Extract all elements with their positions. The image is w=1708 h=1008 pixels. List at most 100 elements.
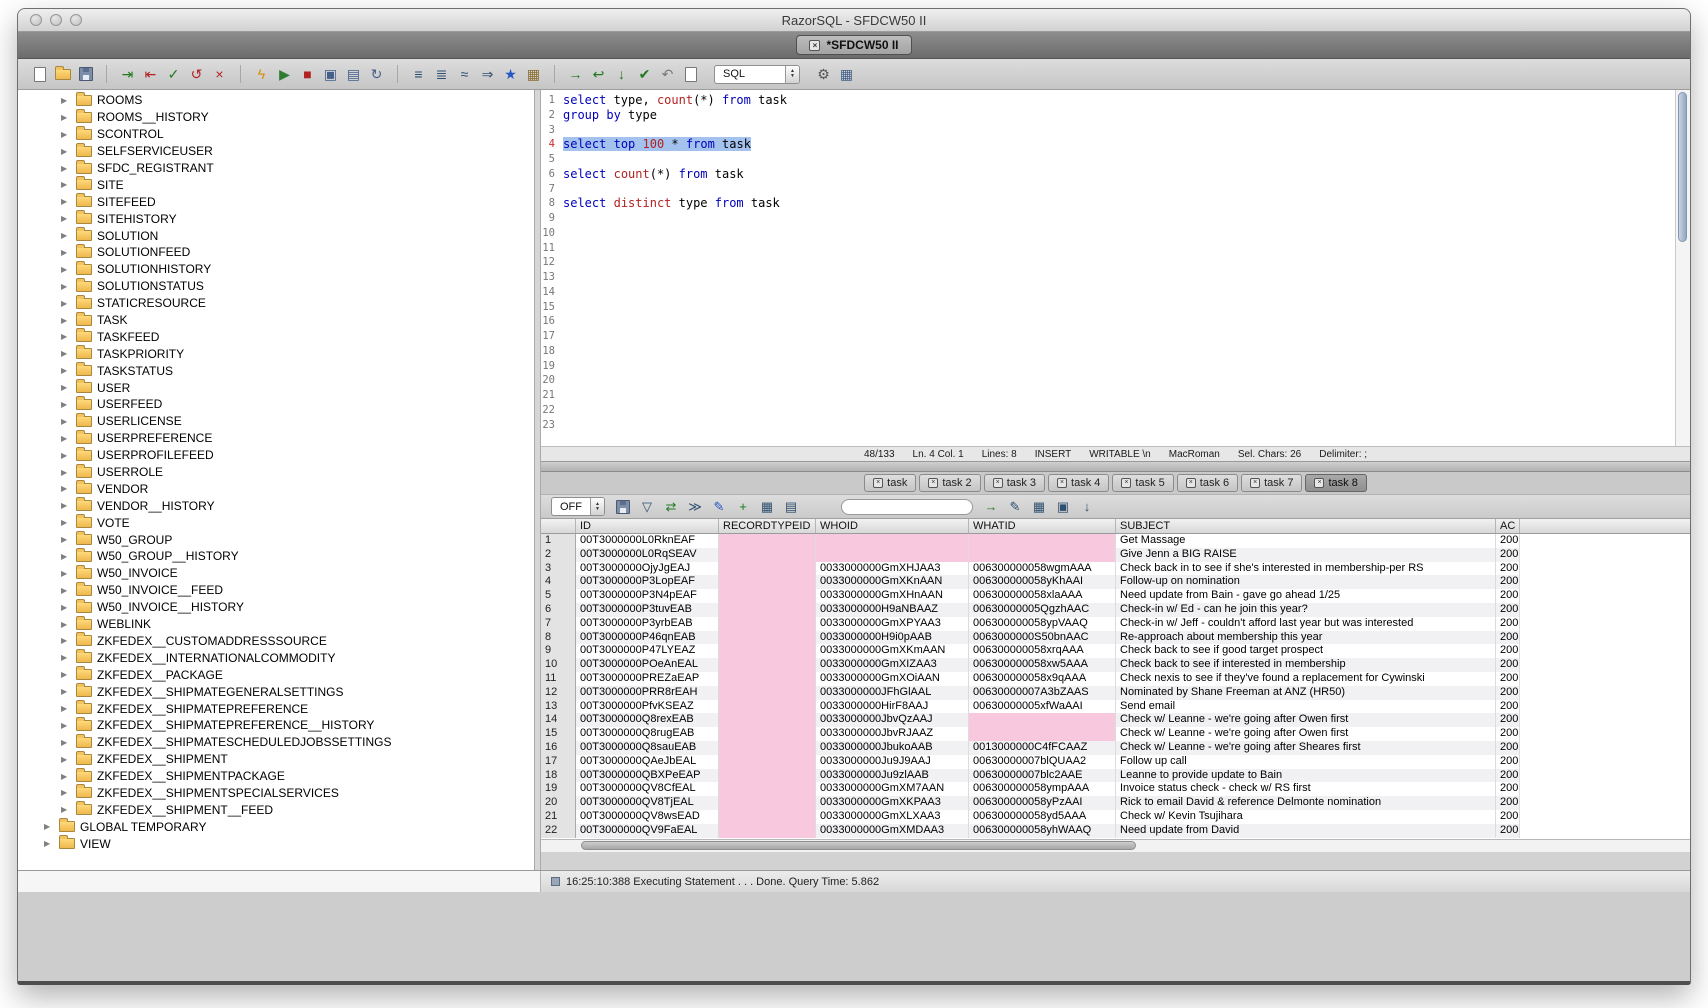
tree-item-w50-group-history[interactable]: ▶W50_GROUP__HISTORY <box>18 548 534 565</box>
indent-icon[interactable]: ⇒ <box>478 65 497 83</box>
tree-item-solution[interactable]: ▶SOLUTION <box>18 227 534 244</box>
row-number-cell[interactable]: 20 <box>541 796 576 810</box>
cell-recordtypeid[interactable] <box>719 782 816 796</box>
cell-recordtypeid[interactable] <box>719 755 816 769</box>
cell-id[interactable]: 00T3000000P3N4pEAF <box>576 589 719 603</box>
table-row[interactable]: 1900T3000000QV8CfEAL0033000000GmXM7AAN00… <box>541 782 1690 796</box>
cell-recordtypeid[interactable] <box>719 631 816 645</box>
cell-id[interactable]: 00T3000000P3LopEAF <box>576 575 719 589</box>
disclosure-triangle-icon[interactable]: ▶ <box>61 248 71 257</box>
disclosure-triangle-icon[interactable]: ▶ <box>61 704 71 713</box>
cell-ac[interactable]: 200 <box>1496 824 1520 838</box>
tree-item-task[interactable]: ▶TASK <box>18 312 534 329</box>
cell-id[interactable]: 00T3000000QAeJbEAL <box>576 755 719 769</box>
column-header-id[interactable]: ID <box>576 519 719 533</box>
editor-line[interactable]: 19 <box>541 359 1675 374</box>
grid-icon[interactable]: ▦ <box>757 498 777 515</box>
cell-id[interactable]: 00T3000000Q8sauEAB <box>576 741 719 755</box>
tree-item-zkfedex-shipment-feed[interactable]: ▶ZKFEDEX__SHIPMENT__FEED <box>18 801 534 818</box>
cell-ac[interactable]: 200 <box>1496 575 1520 589</box>
disclosure-triangle-icon[interactable]: ▶ <box>44 822 54 831</box>
cell-ac[interactable]: 200 <box>1496 548 1520 562</box>
column-header-subject[interactable]: SUBJECT <box>1116 519 1496 533</box>
more-results-icon[interactable]: ≫ <box>685 498 705 515</box>
cell-whatid[interactable] <box>969 713 1116 727</box>
tree-item-zkfedex-shipment[interactable]: ▶ZKFEDEX__SHIPMENT <box>18 751 534 768</box>
tree-item-scontrol[interactable]: ▶SCONTROL <box>18 126 534 143</box>
results-tab-task[interactable]: ×task <box>864 474 916 492</box>
column-header-recordtypeid[interactable]: RECORDTYPEID <box>719 519 816 533</box>
disclosure-triangle-icon[interactable]: ▶ <box>61 653 71 662</box>
cell-whatid[interactable] <box>969 534 1116 548</box>
cell-ac[interactable]: 200 <box>1496 686 1520 700</box>
cell-subject[interactable]: Check back to see if interested in membe… <box>1116 658 1496 672</box>
editor-line[interactable]: 11 <box>541 241 1675 256</box>
cell-subject[interactable]: Send email <box>1116 700 1496 714</box>
cell-whoid[interactable]: 0033000000JFhGlAAL <box>816 686 969 700</box>
results-tab-task-5[interactable]: ×task 5 <box>1112 474 1173 492</box>
row-number-cell[interactable]: 7 <box>541 617 576 631</box>
cell-whoid[interactable]: 0033000000HirF8AAJ <box>816 700 969 714</box>
horizontal-splitter[interactable] <box>541 461 1690 472</box>
row-number-cell[interactable]: 13 <box>541 700 576 714</box>
open-file-icon[interactable] <box>53 65 72 83</box>
editor-line[interactable]: 20 <box>541 373 1675 388</box>
cell-whatid[interactable]: 006300000058ypVAAQ <box>969 617 1116 631</box>
cell-recordtypeid[interactable] <box>719 686 816 700</box>
editor-line[interactable]: 18 <box>541 344 1675 359</box>
tree-item-sitehistory[interactable]: ▶SITEHISTORY <box>18 210 534 227</box>
cell-whatid[interactable]: 006300000058yhWAAQ <box>969 824 1116 838</box>
results-tab-task-4[interactable]: ×task 4 <box>1048 474 1109 492</box>
cell-id[interactable]: 00T3000000Q8rugEAB <box>576 727 719 741</box>
tree-item-vote[interactable]: ▶VOTE <box>18 514 534 531</box>
editor-line[interactable]: 1select type, count(*) from task <box>541 93 1675 108</box>
table-row[interactable]: 200T3000000L0RqSEAVGive Jenn a BIG RAISE… <box>541 548 1690 562</box>
row-number-cell[interactable]: 14 <box>541 713 576 727</box>
tree-item-zkfedex-shipmatepreference-history[interactable]: ▶ZKFEDEX__SHIPMATEPREFERENCE__HISTORY <box>18 717 534 734</box>
cell-recordtypeid[interactable] <box>719 769 816 783</box>
disclosure-triangle-icon[interactable]: ▶ <box>61 349 71 358</box>
results-tab-task-7[interactable]: ×task 7 <box>1241 474 1302 492</box>
row-number-cell[interactable]: 10 <box>541 658 576 672</box>
cell-recordtypeid[interactable] <box>719 658 816 672</box>
row-number-cell[interactable]: 18 <box>541 769 576 783</box>
cell-whoid[interactable]: 0033000000JbukoAAB <box>816 741 969 755</box>
cell-recordtypeid[interactable] <box>719 617 816 631</box>
cell-whatid[interactable] <box>969 727 1116 741</box>
results-list-icon[interactable]: ≡ <box>409 65 428 83</box>
table-row[interactable]: 800T3000000P46qnEAB0033000000H9i0pAAB006… <box>541 631 1690 645</box>
tree-item-vendor-history[interactable]: ▶VENDOR__HISTORY <box>18 497 534 514</box>
row-number-cell[interactable]: 15 <box>541 727 576 741</box>
commit-icon[interactable]: ✓ <box>164 65 183 83</box>
cell-ac[interactable]: 200 <box>1496 631 1520 645</box>
disclosure-triangle-icon[interactable]: ▶ <box>61 805 71 814</box>
tree-item-zkfedex-package[interactable]: ▶ZKFEDEX__PACKAGE <box>18 666 534 683</box>
spreadsheet-icon[interactable]: ▦ <box>1029 498 1049 515</box>
tab-close-icon[interactable]: × <box>873 478 883 488</box>
cell-whatid[interactable]: 006300000058yPzAAI <box>969 796 1116 810</box>
editor-lines[interactable]: 1select type, count(*) from task2group b… <box>541 90 1675 446</box>
column-header-whatid[interactable]: WHATID <box>969 519 1116 533</box>
row-number-cell[interactable]: 2 <box>541 548 576 562</box>
cell-ac[interactable]: 200 <box>1496 700 1520 714</box>
disclosure-triangle-icon[interactable]: ▶ <box>61 586 71 595</box>
tab-close-icon[interactable]: × <box>1250 478 1260 488</box>
table-row[interactable]: 1600T3000000Q8sauEAB0033000000JbukoAAB00… <box>541 741 1690 755</box>
table-row[interactable]: 2000T3000000QV8TjEAL0033000000GmXKPAA300… <box>541 796 1690 810</box>
cell-whatid[interactable]: 00630000007A3bZAAS <box>969 686 1116 700</box>
cell-whatid[interactable]: 006300000058xrqAAA <box>969 644 1116 658</box>
log-icon[interactable] <box>681 65 700 83</box>
cell-id[interactable]: 00T3000000PREZaEAP <box>576 672 719 686</box>
editor-scrollbar-thumb[interactable] <box>1678 92 1687 242</box>
cell-id[interactable]: 00T3000000L0RknEAF <box>576 534 719 548</box>
tree-item-rooms[interactable]: ▶ROOMS <box>18 92 534 109</box>
disclosure-triangle-icon[interactable]: ▶ <box>61 366 71 375</box>
disclosure-triangle-icon[interactable]: ▶ <box>61 434 71 443</box>
cell-ac[interactable]: 200 <box>1496 644 1520 658</box>
history-icon[interactable]: ↻ <box>367 65 386 83</box>
cell-whoid[interactable]: 0033000000JbvRJAAZ <box>816 727 969 741</box>
editor-line[interactable]: 14 <box>541 285 1675 300</box>
tree-item-zkfedex-shipmategeneralsettings[interactable]: ▶ZKFEDEX__SHIPMATEGENERALSETTINGS <box>18 683 534 700</box>
table-row[interactable]: 1000T3000000POeAnEAL0033000000GmXIZAA300… <box>541 658 1690 672</box>
editor-scrollbar[interactable] <box>1675 90 1690 446</box>
